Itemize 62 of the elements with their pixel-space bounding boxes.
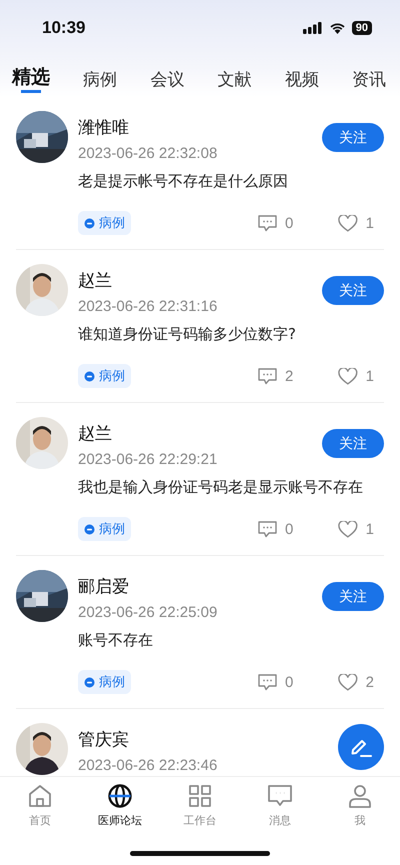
category-tab[interactable]: 文献 <box>218 55 252 97</box>
like-count: 1 <box>366 368 374 384</box>
follow-button[interactable]: 关注 <box>322 582 384 611</box>
category-tag[interactable]: 病例 <box>78 364 131 388</box>
follow-button[interactable]: 关注 <box>322 123 384 152</box>
post-time: 2023-06-26 22:23:46 <box>78 757 218 774</box>
comment-icon[interactable] <box>258 674 277 690</box>
post-time: 2023-06-26 22:25:09 <box>78 604 218 621</box>
nav-tab[interactable]: 我 <box>320 777 400 833</box>
category-tab[interactable]: 会议 <box>150 55 184 97</box>
like-count: 2 <box>366 674 374 690</box>
battery-level: 90 <box>352 20 372 34</box>
signal-icon <box>302 22 323 34</box>
category-tag[interactable]: 病例 <box>78 211 131 235</box>
like-count: 1 <box>366 214 374 232</box>
nav-tab[interactable]: 工作台 <box>160 777 240 833</box>
comment-count: 0 <box>285 520 294 538</box>
post-time: 2023-06-26 22:29:21 <box>78 451 218 468</box>
comment-icon[interactable] <box>258 520 277 538</box>
author-name: 赵兰 <box>78 423 113 445</box>
category-tab[interactable]: 视频 <box>284 55 319 97</box>
comment-icon[interactable] <box>258 214 277 232</box>
author-name: 郦启爱 <box>78 576 130 598</box>
category-tag[interactable]: 病例 <box>78 517 131 541</box>
chat-bubble-icon <box>84 218 95 228</box>
heart-icon[interactable] <box>338 214 358 232</box>
post-text: 我也是输入身份证号码老是显示账号不存在 <box>78 478 364 497</box>
compose-button[interactable] <box>338 724 384 770</box>
nav-tab[interactable]: 医师论坛 <box>80 777 160 833</box>
globe-icon <box>107 783 133 809</box>
post-time: 2023-06-26 22:31:16 <box>78 298 218 315</box>
wifi-icon <box>328 22 346 34</box>
author-name: 管庆宾 <box>78 729 130 751</box>
comment-icon[interactable] <box>258 368 277 384</box>
heart-icon[interactable] <box>338 368 358 384</box>
like-count: 1 <box>366 520 374 538</box>
comment-count: 0 <box>285 214 294 232</box>
post-text: 谁知道身份证号码输多少位数字? <box>78 325 297 344</box>
follow-button[interactable]: 关注 <box>322 276 384 305</box>
heart-icon[interactable] <box>338 674 358 690</box>
nav-tab[interactable]: 首页 <box>0 777 80 833</box>
status-time: 10:39 <box>42 18 86 38</box>
post-text: 老是提示帐号不存在是什么原因 <box>78 172 289 191</box>
nav-tab[interactable]: 消息 <box>240 777 320 833</box>
grid-icon <box>187 783 213 809</box>
category-tab[interactable]: 病例 <box>83 55 118 97</box>
author-name: 潍惟唯 <box>78 117 130 139</box>
post-text: 账号不存在 <box>78 631 154 650</box>
follow-button[interactable]: 关注 <box>322 429 384 458</box>
chat-bubble-icon <box>84 676 95 688</box>
author-name: 赵兰 <box>78 270 113 292</box>
person-icon <box>347 783 373 809</box>
comment-count: 0 <box>285 674 294 690</box>
chat-bubble-icon <box>84 370 95 382</box>
home-icon <box>27 783 53 809</box>
message-icon <box>267 783 293 809</box>
category-tag[interactable]: 病例 <box>78 670 131 694</box>
post-time: 2023-06-26 22:32:08 <box>78 145 218 162</box>
chat-bubble-icon <box>84 524 95 534</box>
comment-count: 2 <box>285 368 294 384</box>
heart-icon[interactable] <box>338 520 358 538</box>
category-tab[interactable]: 资讯 <box>352 55 386 97</box>
